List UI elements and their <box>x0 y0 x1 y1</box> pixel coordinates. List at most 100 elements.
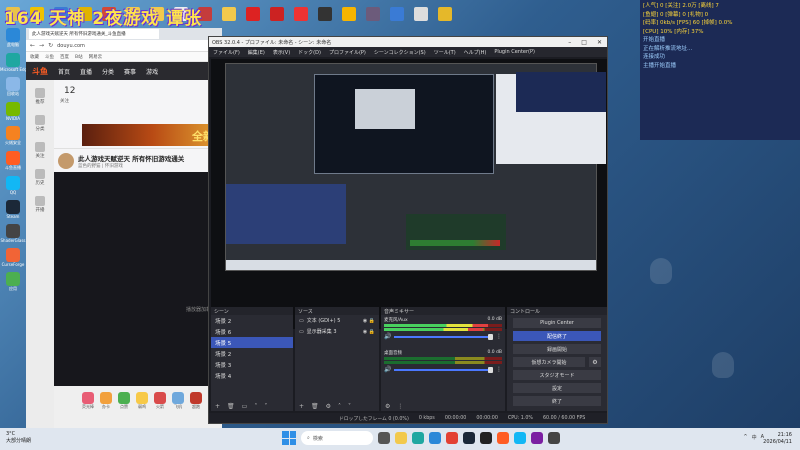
up-icon[interactable]: ˄ <box>254 403 257 410</box>
app-icon[interactable] <box>531 432 543 444</box>
ime-indicator[interactable]: 中 <box>752 434 757 441</box>
desktop-app-icon[interactable] <box>438 7 452 21</box>
virtual-camera-button[interactable]: 仮想カメラ開始 <box>513 357 585 367</box>
file-explorer-icon[interactable] <box>395 432 407 444</box>
gear-icon[interactable]: ⚙ <box>385 403 390 410</box>
obs-preview[interactable] <box>211 59 607 329</box>
menu-item[interactable]: Plugin Center(P) <box>494 49 535 55</box>
douyu-icon[interactable] <box>497 432 509 444</box>
nav-link[interactable]: 首页 <box>58 67 70 76</box>
douyu-logo[interactable]: 斗鱼 <box>32 66 48 77</box>
menu-item[interactable]: ツール(T) <box>434 49 456 56</box>
add-icon[interactable]: + <box>299 403 304 410</box>
source-item[interactable]: ▭ 文本 (GDI+) 5 ◉ 🔒 <box>295 315 379 326</box>
nav-link[interactable]: 直播 <box>80 67 92 76</box>
desktop-app-icon[interactable] <box>366 7 380 21</box>
menu-item[interactable]: ヘルプ(H) <box>464 49 487 56</box>
taskview-icon[interactable] <box>378 432 390 444</box>
bookmark-item[interactable]: 百度 <box>60 54 69 60</box>
desktop-icon[interactable]: Microsoft Edge <box>0 53 26 72</box>
gift-item[interactable]: 弱鸡 <box>136 392 148 428</box>
menu-item[interactable]: シーンコレクション(S) <box>374 49 426 56</box>
close-icon[interactable]: ✕ <box>597 39 602 46</box>
settings-button[interactable]: 設定 <box>513 383 601 393</box>
minimize-icon[interactable]: – <box>568 39 571 46</box>
scene-item[interactable]: 场景 6 <box>211 326 293 337</box>
app-icon[interactable] <box>548 432 560 444</box>
clock[interactable]: 21:16 2026/04/11 <box>763 432 792 446</box>
exit-button[interactable]: 終了 <box>513 396 601 406</box>
volume-slider[interactable] <box>394 333 493 340</box>
tray-expand-icon[interactable]: ^ <box>743 434 747 441</box>
bookmark-item[interactable]: B站 <box>75 54 83 60</box>
desktop-icon[interactable]: NVIDIA <box>0 102 26 121</box>
trash-icon[interactable]: 🗑 <box>227 403 235 410</box>
scene-item-selected[interactable]: 场景 5 <box>211 337 293 348</box>
gear-icon[interactable]: ⋮ <box>496 333 502 340</box>
qq-icon[interactable] <box>514 432 526 444</box>
promo-banner[interactable]: 全新 <box>82 124 222 146</box>
scene-item[interactable]: 场景 2 <box>211 348 293 359</box>
bookmark-item[interactable]: 网易云 <box>89 54 103 60</box>
desktop-icon[interactable]: 此电脑 <box>0 28 26 48</box>
desktop-app-icon[interactable] <box>222 7 236 21</box>
search-input[interactable]: ⌕ 検索 <box>301 431 373 445</box>
steam-icon[interactable] <box>463 432 475 444</box>
gift-item[interactable]: 荧光棒 <box>82 392 94 428</box>
desktop-app-icon[interactable] <box>294 7 308 21</box>
gift-item[interactable]: 点赞 <box>118 392 130 428</box>
down-icon[interactable]: ˅ <box>264 403 267 410</box>
nav-link[interactable]: 赛事 <box>124 67 136 76</box>
back-icon[interactable]: ← <box>30 42 35 49</box>
sidebar-item[interactable]: 关注 <box>35 142 45 159</box>
desktop-icon[interactable]: 回收站 <box>0 77 26 97</box>
desktop-icon[interactable]: CurseForge <box>0 248 26 267</box>
gift-item[interactable]: 火箭 <box>154 392 166 428</box>
avatar[interactable] <box>58 152 74 169</box>
url-field[interactable]: douyu.com <box>57 43 85 49</box>
browser-tab[interactable]: 此人游戏天赋逆天 所有怀旧游戏通关_斗鱼直播 <box>29 29 159 39</box>
volume-slider[interactable] <box>394 366 493 373</box>
gear-icon[interactable]: ⚙ <box>326 403 331 410</box>
menu-item[interactable]: ドック(D) <box>298 49 321 56</box>
desktop-app-icon[interactable] <box>414 7 428 21</box>
visibility-icon[interactable]: ◉ 🔒 <box>363 329 375 335</box>
sidebar-item[interactable]: 推荐 <box>35 88 45 105</box>
bookmark-item[interactable]: 斗鱼 <box>45 54 54 60</box>
desktop-app-icon[interactable] <box>342 7 356 21</box>
sidebar-item[interactable]: 历史 <box>35 169 45 186</box>
menu-item[interactable]: 表示(V) <box>273 49 290 56</box>
nav-link[interactable]: 游戏 <box>146 67 158 76</box>
gift-item[interactable]: 飞机 <box>172 392 184 428</box>
start-button[interactable] <box>282 431 296 445</box>
desktop-app-icon[interactable] <box>270 7 284 21</box>
nav-link[interactable]: 分类 <box>102 67 114 76</box>
speaker-icon[interactable]: 🔊 <box>384 333 391 340</box>
down-icon[interactable]: ˅ <box>348 403 351 410</box>
desktop-icon[interactable]: 斗鱼直播 <box>0 151 26 171</box>
studio-mode-button[interactable]: スタジオモード <box>513 370 601 380</box>
gear-icon[interactable]: ⋮ <box>496 366 502 373</box>
plugin-center-button[interactable]: Plugin Center <box>513 318 601 328</box>
source-item[interactable]: ▭ 显示器采集 3 ◉ 🔒 <box>295 326 379 337</box>
menu-item[interactable]: プロファイル(P) <box>329 49 366 56</box>
filter-icon[interactable]: ▭ <box>242 403 248 410</box>
obs-title-bar[interactable]: OBS 32.0.4 - プロファイル: 未命名 - シーン: 未命名 – □ … <box>209 37 607 47</box>
maximize-icon[interactable]: □ <box>581 39 587 46</box>
desktop-app-icon[interactable] <box>246 7 260 21</box>
video-player[interactable] <box>54 172 222 386</box>
sidebar-item[interactable]: 分类 <box>35 115 45 132</box>
menu-icon[interactable]: ⋮ <box>397 403 403 410</box>
scene-item[interactable]: 场景 4 <box>211 370 293 381</box>
desktop-app-icon[interactable] <box>318 7 332 21</box>
gear-icon[interactable]: ⚙ <box>589 357 601 367</box>
desktop-icon[interactable]: 火绒安全 <box>0 126 26 146</box>
trash-icon[interactable]: 🗑 <box>311 403 319 410</box>
store-icon[interactable] <box>429 432 441 444</box>
desktop-app-icon[interactable] <box>390 7 404 21</box>
speaker-icon[interactable]: 🔊 <box>384 366 391 373</box>
refresh-icon[interactable]: ↻ <box>48 42 53 49</box>
up-icon[interactable]: ˄ <box>338 403 341 410</box>
forward-icon[interactable]: → <box>39 42 44 49</box>
scene-item[interactable]: 场景 2 <box>211 315 293 326</box>
